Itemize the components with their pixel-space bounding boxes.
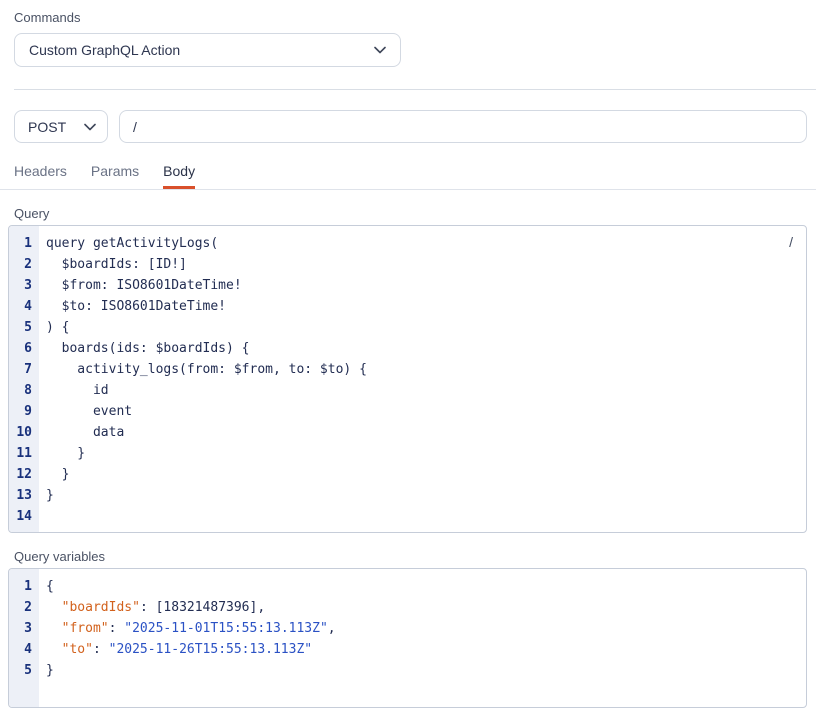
code-line: 1query getActivityLogs( — [9, 233, 806, 254]
code-text: } — [39, 485, 54, 506]
line-number: 1 — [9, 576, 39, 597]
line-number: 5 — [9, 317, 39, 338]
code-text: } — [39, 464, 69, 485]
code-text: } — [39, 660, 54, 681]
code-text: boards(ids: $boardIds) { — [39, 338, 250, 359]
code-line: 8 id — [9, 380, 806, 401]
line-number: 1 — [9, 233, 39, 254]
code-text — [39, 506, 46, 527]
commands-select[interactable]: Custom GraphQL Action — [14, 33, 401, 67]
code-text: event — [39, 401, 132, 422]
code-text: query getActivityLogs( — [39, 233, 218, 254]
chevron-down-icon — [84, 123, 96, 131]
query-label: Query — [14, 206, 816, 221]
line-number: 5 — [9, 660, 39, 681]
commands-label: Commands — [14, 10, 816, 25]
code-text: "to": "2025-11-26T15:55:13.113Z" — [39, 639, 312, 660]
code-line: 3 $from: ISO8601DateTime! — [9, 275, 806, 296]
code-lines: 1{2 "boardIds": [18321487396],3 "from": … — [9, 569, 806, 681]
method-select[interactable]: POST — [14, 110, 108, 143]
line-number: 12 — [9, 464, 39, 485]
code-line: 5} — [9, 660, 806, 681]
code-line: 9 event — [9, 401, 806, 422]
code-text: id — [39, 380, 109, 401]
code-text: { — [39, 576, 54, 597]
line-number: 10 — [9, 422, 39, 443]
query-variables-label: Query variables — [14, 549, 816, 564]
query-editor[interactable]: / 1query getActivityLogs(2 $boardIds: [I… — [8, 225, 807, 533]
line-number: 4 — [9, 296, 39, 317]
line-number: 2 — [9, 597, 39, 618]
code-line: 14 — [9, 506, 806, 527]
code-text: } — [39, 443, 85, 464]
code-text: $to: ISO8601DateTime! — [39, 296, 226, 317]
code-line: 5) { — [9, 317, 806, 338]
code-text: "boardIds": [18321487396], — [39, 597, 265, 618]
line-number: 11 — [9, 443, 39, 464]
code-line: 4 "to": "2025-11-26T15:55:13.113Z" — [9, 639, 806, 660]
line-number: 2 — [9, 254, 39, 275]
query-variables-editor[interactable]: 1{2 "boardIds": [18321487396],3 "from": … — [8, 568, 807, 708]
line-number: 9 — [9, 401, 39, 422]
commands-select-value: Custom GraphQL Action — [29, 42, 180, 58]
tab-body[interactable]: Body — [163, 163, 195, 189]
code-lines: 1query getActivityLogs(2 $boardIds: [ID!… — [9, 226, 806, 527]
code-line: 10 data — [9, 422, 806, 443]
request-row: POST — [14, 110, 807, 143]
code-text: $from: ISO8601DateTime! — [39, 275, 242, 296]
line-number: 3 — [9, 275, 39, 296]
line-number: 14 — [9, 506, 39, 527]
line-number: 6 — [9, 338, 39, 359]
code-line: 1{ — [9, 576, 806, 597]
line-number: 7 — [9, 359, 39, 380]
code-line: 2 $boardIds: [ID!] — [9, 254, 806, 275]
code-line: 12 } — [9, 464, 806, 485]
code-line: 3 "from": "2025-11-01T15:55:13.113Z", — [9, 618, 806, 639]
code-line: 4 $to: ISO8601DateTime! — [9, 296, 806, 317]
line-number: 4 — [9, 639, 39, 660]
line-number: 13 — [9, 485, 39, 506]
code-text: ) { — [39, 317, 69, 338]
tab-params[interactable]: Params — [91, 163, 139, 189]
code-line: 7 activity_logs(from: $from, to: $to) { — [9, 359, 806, 380]
code-line: 11 } — [9, 443, 806, 464]
tab-headers[interactable]: Headers — [14, 163, 67, 189]
tab-bar: Headers Params Body — [0, 143, 816, 190]
chevron-down-icon — [374, 46, 386, 54]
code-text: activity_logs(from: $from, to: $to) { — [39, 359, 367, 380]
code-line: 13} — [9, 485, 806, 506]
line-number: 3 — [9, 618, 39, 639]
code-text: data — [39, 422, 124, 443]
code-text: $boardIds: [ID!] — [39, 254, 187, 275]
method-select-value: POST — [28, 119, 66, 135]
code-line: 6 boards(ids: $boardIds) { — [9, 338, 806, 359]
code-text: "from": "2025-11-01T15:55:13.113Z", — [39, 618, 336, 639]
code-line: 2 "boardIds": [18321487396], — [9, 597, 806, 618]
line-number: 8 — [9, 380, 39, 401]
url-input[interactable] — [119, 110, 807, 143]
divider — [14, 89, 816, 90]
